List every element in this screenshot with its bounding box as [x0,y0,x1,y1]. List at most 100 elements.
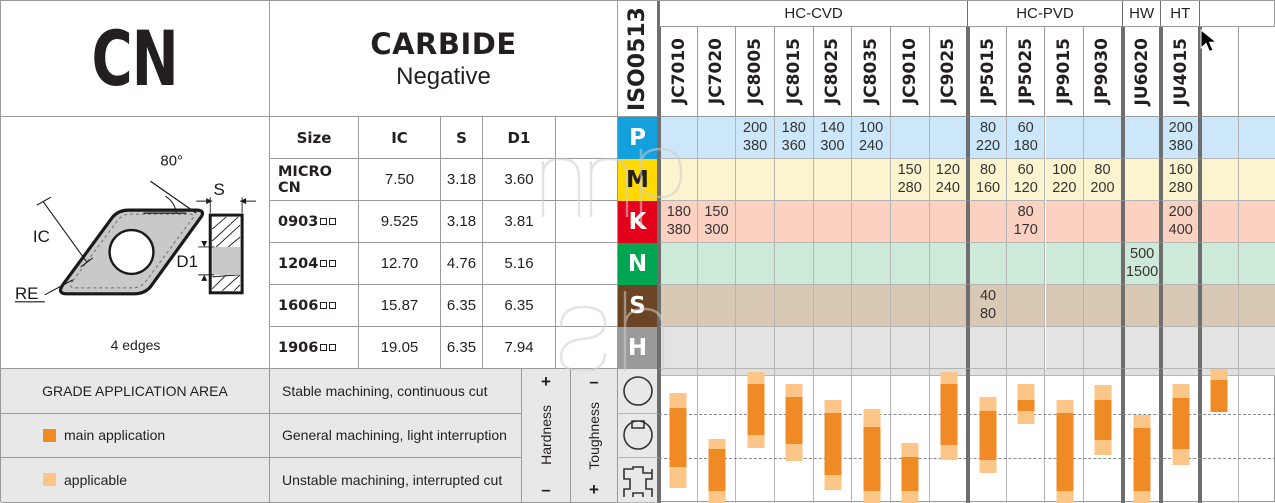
bar-body [1210,369,1228,412]
bar-segment-main [940,383,958,446]
axis-bottom-sign: + [589,479,599,499]
vc-max: 1500 [1125,263,1159,280]
speed-cell-S-JC8035 [852,285,891,327]
axis-top-sign: + [541,372,551,391]
vc-max: 300 [704,221,729,238]
size-cell-s: 3.18 [441,159,483,201]
size-cell-d1: 7.94 [483,327,556,369]
size-table-spacer [556,159,618,201]
speed-cell-S-JC8005 [736,285,775,327]
speed-cell-S-JC8015 [774,285,814,327]
speed-cell-N-JC8035 [852,243,891,285]
size-cell-d1: 3.81 [483,201,556,243]
speed-cell-M-JC7010 [659,159,698,201]
vc-min: 80 [979,120,997,137]
speed-cell-N-JC9010 [890,243,930,285]
speed-cell-S-col15 [1238,285,1275,327]
family-code-banner: CN [1,1,270,117]
grade-header-JC8005[interactable]: JC8005 [736,27,775,117]
vc-max: 220 [975,137,1001,154]
size-cell-s: 3.18 [441,201,483,243]
speed-cell-M-JC8035 [852,159,891,201]
edge-count-label: 4 edges [110,337,161,353]
vc-max: 80 [979,305,997,322]
speed-cell-N-JC8015 [774,243,814,285]
bar-segment-main [824,413,842,475]
speed-cell-N-JU6020: 500 1500 [1122,243,1162,285]
axis-label: Toughness [586,401,602,470]
grade-code-text: JC8015 [783,38,804,105]
speed-cell-N-JC8005 [736,243,775,285]
speed-cell-M-JC9010: 150 280 [890,159,930,201]
coating-group-header-HW: HW [1122,1,1162,27]
application-bar-JC9010 [891,369,930,503]
vc-min: 40 [979,288,997,305]
material-banner: CARBIDE Negative [270,1,618,117]
application-bar-JP5025 [1007,369,1046,503]
grade-header-JP5015[interactable]: JP5015 [968,27,1007,117]
grade-header-JC9025[interactable]: JC9025 [929,27,969,117]
speed-cell-M-JC8015 [774,159,814,201]
speed-cell-K-JC8035 [852,201,891,243]
speed-cell-S-JP5015: 40 80 [968,285,1007,327]
grade-header-JU6020[interactable]: JU6020 [1122,27,1162,117]
bar-segment-applicable [1017,410,1035,424]
speed-cell-K-JP9015 [1045,201,1085,243]
iso-standard-text: ISO0513 [625,6,650,111]
size-cell-size: MICRO CN [270,159,359,201]
size-table-spacer [556,201,618,243]
grade-header-JC9010[interactable]: JC9010 [890,27,930,117]
vc-min: 100 [1052,162,1077,179]
application-bar-JC8035 [852,369,891,503]
speed-cell-M-JP5025: 60 120 [1006,159,1046,201]
grade-code-text: JP9030 [1092,38,1113,105]
machining-condition-2: General machining, light interruption [270,413,522,459]
insert-drawing-panel: 80° IC RE S D1 [1,117,270,369]
speed-cell-P-JU4015: 200 380 [1161,117,1201,159]
bar-segment-main [1172,398,1190,450]
bar-body [824,399,842,490]
grade-header-JC7020[interactable]: JC7020 [697,27,737,117]
vc-max: 400 [1168,221,1193,238]
bar-segment-main [785,397,803,445]
grade-header-JC7010[interactable]: JC7010 [659,27,698,117]
speed-cell-M-JC9025: 120 240 [929,159,969,201]
size-placeholder-box [320,260,328,267]
size-table-header-ic: IC [359,117,441,159]
size-table-header-d1: D1 [483,117,556,159]
bar-segment-applicable [1094,440,1112,455]
vc-max: 380 [666,221,691,238]
size-cell-s: 6.35 [441,285,483,327]
grade-header-JC8035[interactable]: JC8035 [852,27,891,117]
application-bar-JU6020 [1161,369,1200,503]
vc-min: 140 [820,120,845,137]
bar-segment-applicable [824,399,842,414]
machining-condition-1: Stable machining, continuous cut [270,369,522,414]
grade-header-JC8025[interactable]: JC8025 [813,27,853,117]
bar-segment-applicable [785,383,803,398]
bar-body [940,371,958,461]
size-table-header-size: Size [270,117,359,159]
speed-cell-P-col15 [1238,117,1275,159]
grade-header-JP9015[interactable]: JP9015 [1045,27,1085,117]
bar-segment-applicable [1210,369,1228,380]
grade-header-JP5025[interactable]: JP5025 [1006,27,1046,117]
grade-header-JP9030[interactable]: JP9030 [1084,27,1123,117]
size-cell-ic: 12.70 [359,243,441,285]
size-table-spacer [556,285,618,327]
grade-header-JU4015[interactable]: JU4015 [1161,27,1201,117]
iso-standard-header: ISO0513 [618,1,659,117]
speed-cell-H-JC8015 [774,327,814,369]
speed-cell-S-JC8025 [813,285,853,327]
coating-group-header-HC-CVD: HC-CVD [659,1,969,27]
grade-code-text: JC8035 [861,38,882,105]
size-cell-ic: 19.05 [359,327,441,369]
grade-header-JC8015[interactable]: JC8015 [774,27,814,117]
application-bar-JC9025 [930,369,969,503]
speed-cell-S-JC7010 [659,285,698,327]
iso-group-P: P [618,117,659,159]
vc-max: 170 [1013,221,1038,238]
bar-body [863,409,881,503]
vc-min: 180 [666,204,691,221]
speed-cell-M-JP9030: 80 200 [1084,159,1123,201]
